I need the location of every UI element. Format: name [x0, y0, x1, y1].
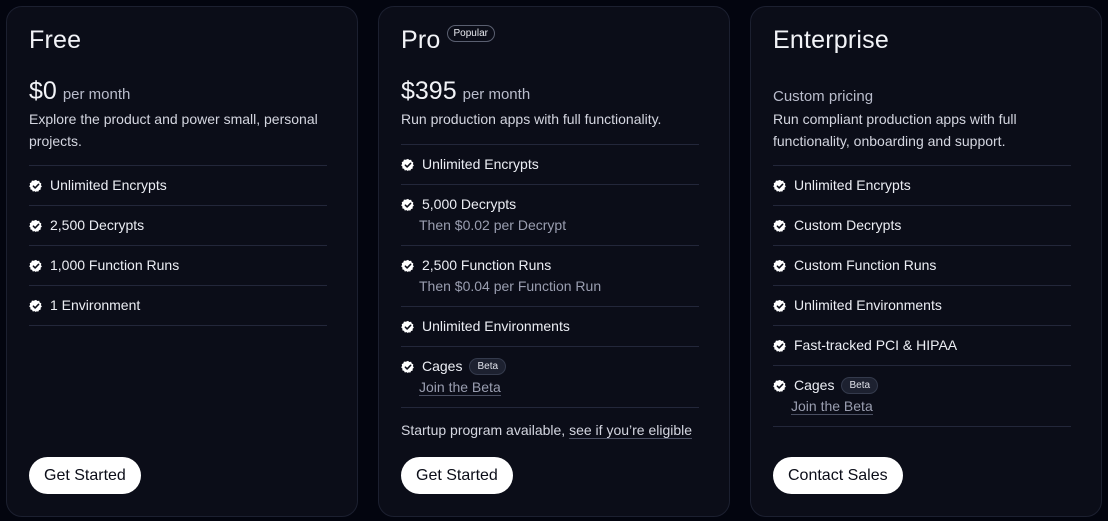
startup-text: Startup program available, — [401, 422, 570, 438]
feature-item: Unlimited Environments — [401, 306, 699, 346]
feature-label: Unlimited Environments — [794, 297, 942, 313]
custom-pricing-label: Custom pricing — [773, 88, 874, 105]
price-amount: $395 — [401, 77, 457, 105]
plan-price: $0 per month — [29, 77, 130, 106]
plan-title: Pro — [401, 26, 441, 54]
verified-check-icon — [773, 179, 787, 193]
feature-item: Custom Decrypts — [773, 205, 1071, 245]
feature-label: Custom Decrypts — [794, 217, 902, 233]
verified-check-icon — [401, 158, 415, 172]
feature-item: Cages Beta Join the Beta — [773, 365, 1071, 427]
feature-item: 5,000 Decrypts Then $0.02 per Decrypt — [401, 184, 699, 245]
verified-check-icon — [773, 379, 787, 393]
feature-item: Unlimited Environments — [773, 285, 1071, 325]
feature-overage: Then $0.04 per Function Run — [419, 278, 602, 294]
plan-title: Free — [29, 26, 82, 54]
verified-check-icon — [29, 219, 43, 233]
feature-overage: Then $0.02 per Decrypt — [419, 217, 567, 233]
feature-list: Unlimited Encrypts 5,000 Decrypts Then $0… — [401, 144, 699, 408]
verified-check-icon — [401, 360, 415, 374]
join-beta-link[interactable]: Join the Beta — [419, 379, 501, 396]
verified-check-icon — [29, 259, 43, 273]
feature-item: Unlimited Encrypts — [29, 165, 327, 205]
price-period: per month — [62, 86, 131, 103]
verified-check-icon — [773, 219, 787, 233]
feature-label: Unlimited Encrypts — [794, 177, 911, 193]
verified-check-icon — [401, 259, 415, 273]
plan-card-pro: Pro Popular $395 per month Run productio… — [378, 6, 730, 517]
feature-item: 2,500 Function Runs Then $0.04 per Functi… — [401, 245, 699, 306]
contact-sales-button[interactable]: Contact Sales — [773, 457, 903, 494]
plan-description: Explore the product and power small, per… — [29, 111, 318, 149]
popular-badge: Popular — [446, 25, 495, 42]
feature-list: Unlimited Encrypts Custom Decrypts Custo… — [773, 165, 1071, 427]
feature-item: 1 Environment — [29, 285, 327, 326]
feature-item: Unlimited Encrypts — [401, 144, 699, 184]
verified-check-icon — [773, 259, 787, 273]
verified-check-icon — [401, 320, 415, 334]
price-period: per month — [462, 86, 531, 103]
feature-label: Unlimited Environments — [422, 318, 570, 334]
get-started-button[interactable]: Get Started — [29, 457, 141, 494]
plan-title: Enterprise — [773, 26, 889, 54]
beta-badge: Beta — [841, 377, 879, 394]
verified-check-icon — [29, 299, 43, 313]
feature-label: Cages — [794, 377, 835, 393]
plan-card-free: Free $0 per month Explore the product an… — [6, 6, 358, 517]
feature-label: Unlimited Encrypts — [422, 156, 539, 172]
feature-item: Custom Function Runs — [773, 245, 1071, 285]
feature-item: 2,500 Decrypts — [29, 205, 327, 245]
feature-label: Cages — [422, 358, 463, 374]
startup-program-note: Startup program available, see if you’re… — [401, 422, 693, 439]
verified-check-icon — [401, 198, 415, 212]
feature-item: 1,000 Function Runs — [29, 245, 327, 285]
startup-eligibility-link[interactable]: see if you’re eligible — [569, 422, 693, 439]
join-beta-link[interactable]: Join the Beta — [791, 398, 873, 415]
feature-label: Unlimited Encrypts — [50, 177, 167, 193]
beta-badge: Beta — [469, 358, 507, 375]
feature-list: Unlimited Encrypts 2,500 Decrypts 1,000 … — [29, 165, 327, 326]
feature-label: 5,000 Decrypts — [422, 196, 517, 212]
feature-label: Custom Function Runs — [794, 257, 937, 273]
feature-label: 1,000 Function Runs — [50, 257, 180, 273]
price-amount: $0 — [29, 77, 57, 105]
feature-item: Cages Beta Join the Beta — [401, 346, 699, 408]
verified-check-icon — [773, 299, 787, 313]
plan-description: Run production apps with full functional… — [401, 111, 662, 127]
feature-label: 1 Environment — [50, 297, 141, 313]
verified-check-icon — [29, 179, 43, 193]
plan-description: Run compliant production apps with full … — [773, 111, 1017, 149]
plan-price: $395 per month — [401, 77, 530, 106]
get-started-button[interactable]: Get Started — [401, 457, 513, 494]
feature-item: Unlimited Encrypts — [773, 165, 1071, 205]
plan-card-enterprise: Enterprise Custom pricing Run compliant … — [750, 6, 1102, 517]
feature-label: Fast-tracked PCI & HIPAA — [794, 337, 958, 353]
feature-label: 2,500 Function Runs — [422, 257, 552, 273]
verified-check-icon — [773, 339, 787, 353]
feature-item: Fast-tracked PCI & HIPAA — [773, 325, 1071, 365]
feature-label: 2,500 Decrypts — [50, 217, 145, 233]
